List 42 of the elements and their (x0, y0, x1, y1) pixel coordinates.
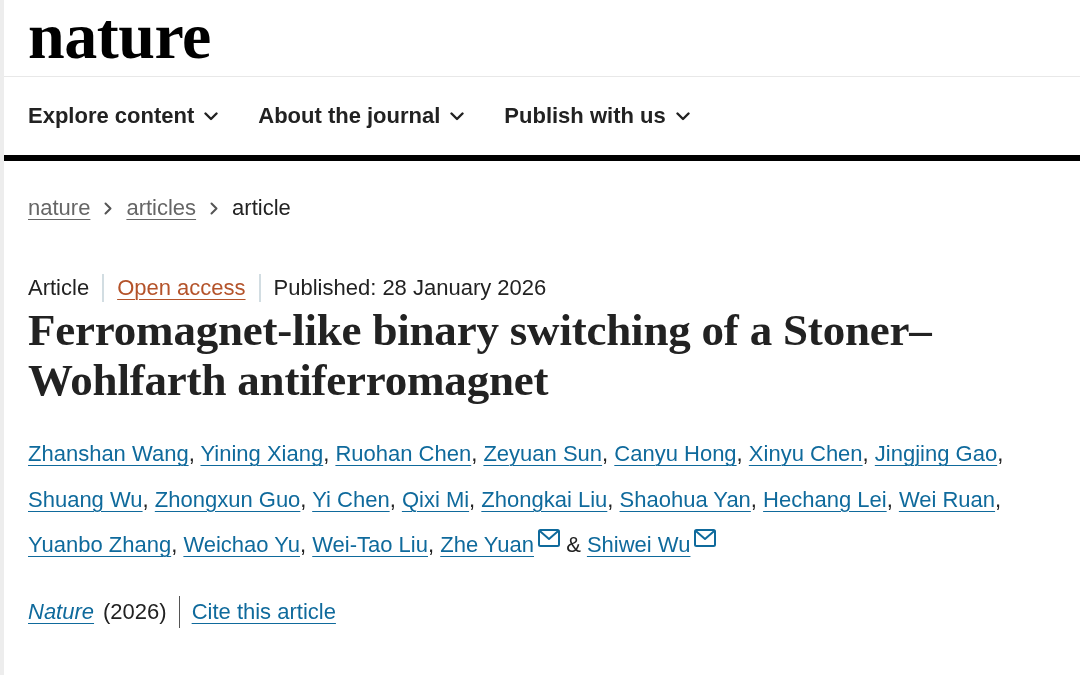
breadcrumb-link[interactable]: articles (126, 193, 197, 223)
article-title: Ferromagnet-like binary switching of a Stoner–Wohlfarth antiferromagnet (28, 305, 933, 405)
author-link[interactable]: Shaohua Yan (619, 486, 751, 512)
author-link[interactable]: Yining Xiang (200, 441, 324, 466)
breadcrumb-link[interactable]: nature (28, 193, 91, 223)
author-link[interactable]: Qixi Mi (401, 486, 470, 512)
author-link[interactable]: Hechang Lei (763, 486, 887, 512)
cite-article-link[interactable]: Cite this article (191, 596, 336, 627)
envelope-icon[interactable] (538, 529, 560, 547)
nav-menu-button[interactable]: Publish with us (504, 101, 690, 131)
nav-menu-button[interactable]: About the journal (258, 101, 465, 131)
author-list: Zhanshan Wang, Yining Xiang, Ruohan Chen, Zeyuan Sun, Canyu Hong, Xinyu Chen, Jingjing Gao, Shuang Wu, Zhongxun Guo, Yi Chen, Qixi Mi, Zhongkai Liu, Shaohua Yan, Hechang Lei, Wei Ruan, Yuanbo Zhang, Weichao Yu, Wei-Tao Liu, Zhe Yuan & Shiwei Wu (28, 431, 1058, 568)
author-link[interactable]: Weichao Yu (183, 532, 300, 557)
author-link[interactable]: Jingjing Gao (874, 441, 998, 466)
author-link[interactable]: Shiwei Wu (586, 532, 691, 557)
author-link[interactable]: Zhe Yuan (440, 532, 534, 557)
author-link[interactable]: Yi Chen (312, 486, 390, 512)
chevron-down-icon (675, 111, 690, 121)
nav-menu-button[interactable]: Explore content (28, 101, 219, 131)
publish-date-text: Published: 28 January 2026 (273, 274, 547, 302)
author-link[interactable]: Ruohan Chen (335, 441, 472, 466)
chevron-down-icon (450, 111, 465, 121)
author-link[interactable]: Wei-Tao Liu (312, 532, 428, 557)
chevron-right-icon (104, 201, 113, 215)
author-link[interactable]: Wei Ruan (898, 486, 996, 512)
open-access-link[interactable]: Open access (117, 273, 246, 303)
author-link[interactable]: Zhongkai Liu (481, 486, 608, 512)
journal-link[interactable]: Nature (28, 596, 95, 627)
author-link[interactable]: Shuang Wu (28, 486, 143, 512)
site-logo[interactable]: nature (28, 3, 211, 69)
chevron-down-icon (204, 111, 219, 121)
author-link[interactable]: Zeyuan Sun (483, 441, 603, 466)
author-link[interactable]: Canyu Hong (614, 441, 737, 466)
author-link[interactable]: Yuanbo Zhang (28, 532, 172, 557)
author-link[interactable]: Zhanshan Wang (28, 441, 189, 466)
envelope-icon[interactable] (694, 529, 717, 547)
author-link[interactable]: Zhongxun Guo (154, 486, 301, 512)
year-text: (2026) (103, 597, 167, 626)
chevron-right-icon (210, 201, 219, 215)
author-link[interactable]: Xinyu Chen (748, 441, 863, 466)
article-type-label: Article (28, 274, 90, 302)
breadcrumb-current: article (232, 194, 291, 222)
